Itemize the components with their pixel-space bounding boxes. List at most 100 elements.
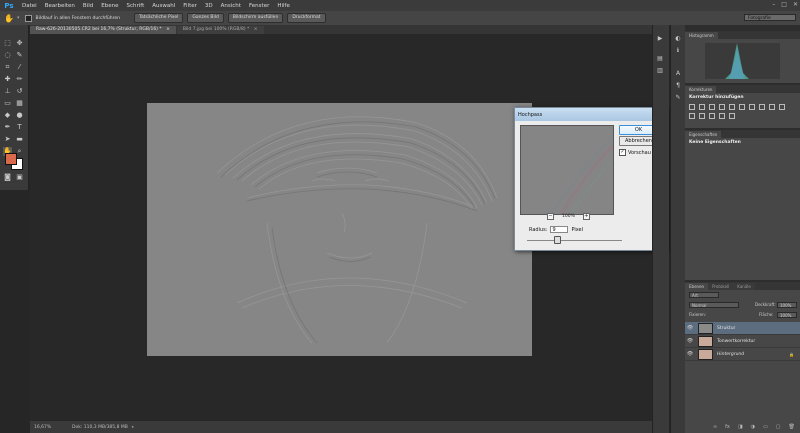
actual-pixels-button[interactable]: Tatsächliche Pixel xyxy=(134,13,184,23)
trash-icon[interactable]: 🗑 xyxy=(788,424,794,430)
history-brush-tool-icon[interactable]: ↺ xyxy=(15,87,24,96)
dodge-tool-icon[interactable]: ● xyxy=(15,111,24,120)
fill-screen-button[interactable]: Bildschirm ausfüllen xyxy=(227,13,284,23)
exposure-icon[interactable] xyxy=(719,104,725,110)
tab-layers[interactable]: Ebenen xyxy=(685,283,709,290)
clone-stamp-tool-icon[interactable]: ⊥ xyxy=(3,87,12,96)
link-icon[interactable]: ∞ xyxy=(713,424,717,430)
print-size-button[interactable]: Druckformat xyxy=(287,13,326,23)
black-white-icon[interactable] xyxy=(759,104,765,110)
fill-field[interactable]: 100% xyxy=(777,312,797,318)
layer-row-struktur[interactable]: 👁 Struktur xyxy=(685,322,800,335)
menu-datei[interactable]: Datei xyxy=(18,3,41,9)
layer-row-tonwert[interactable]: 👁 Tonwertkorrektur xyxy=(685,335,800,348)
curves-icon[interactable] xyxy=(709,104,715,110)
menu-3d[interactable]: 3D xyxy=(201,3,217,9)
menu-fenster[interactable]: Fenster xyxy=(245,3,273,9)
preview-checkbox-row[interactable]: ✓ Vorschau xyxy=(619,149,651,156)
fx-icon[interactable]: fx xyxy=(725,424,730,430)
menu-auswahl[interactable]: Auswahl xyxy=(148,3,179,9)
brightness-icon[interactable] xyxy=(689,104,695,110)
tab-properties[interactable]: Eigenschaften xyxy=(685,131,722,138)
radius-slider-thumb[interactable] xyxy=(554,236,561,244)
selective-color-icon[interactable] xyxy=(719,113,725,119)
tab-channels[interactable]: Kanäle xyxy=(733,283,755,290)
posterize-icon[interactable] xyxy=(699,113,705,119)
play-icon[interactable]: ▶ xyxy=(655,35,665,43)
close-button[interactable]: ✕ xyxy=(793,1,798,8)
zoom-out-button[interactable]: − xyxy=(547,213,554,220)
screen-mode-icon[interactable]: ▣ xyxy=(15,173,24,182)
layer-row-hintergrund[interactable]: 👁 Hintergrund 🔒 xyxy=(685,348,800,361)
gradient-map-icon[interactable] xyxy=(729,113,735,119)
pen-tool-icon[interactable]: ✒ xyxy=(3,123,12,132)
quick-select-tool-icon[interactable]: ✎ xyxy=(15,51,24,60)
menu-filter[interactable]: Filter xyxy=(179,3,201,9)
minimize-button[interactable]: – xyxy=(772,1,775,8)
levels-icon[interactable] xyxy=(699,104,705,110)
opacity-field[interactable]: 100% xyxy=(777,302,797,308)
eraser-tool-icon[interactable]: ▭ xyxy=(3,99,12,108)
menu-bild[interactable]: Bild xyxy=(79,3,97,9)
visibility-eye-icon[interactable]: 👁 xyxy=(685,351,695,357)
tab-adjustments[interactable]: Korrekturen xyxy=(685,86,717,93)
menu-ebene[interactable]: Ebene xyxy=(97,3,122,9)
shape-tool-icon[interactable]: ▬ xyxy=(15,135,24,144)
tab-close-icon[interactable]: × xyxy=(254,27,258,32)
radius-slider-track[interactable] xyxy=(527,240,622,241)
photo-filter-icon[interactable] xyxy=(769,104,775,110)
menu-ansicht[interactable]: Ansicht xyxy=(217,3,245,9)
brush-tool-icon[interactable]: ✏ xyxy=(15,75,24,84)
blur-tool-icon[interactable]: ◆ xyxy=(3,111,12,120)
group-icon[interactable]: ▭ xyxy=(763,424,768,430)
document-image[interactable] xyxy=(147,103,532,356)
hue-saturation-icon[interactable] xyxy=(739,104,745,110)
layer-kind-filter[interactable]: Art xyxy=(689,292,719,298)
zoom-level[interactable]: 16,67% xyxy=(34,425,72,430)
fit-screen-button[interactable]: Ganzes Bild xyxy=(187,13,224,23)
zoom-in-button[interactable]: + xyxy=(582,213,590,220)
crop-tool-icon[interactable]: ⌗ xyxy=(3,63,12,72)
marquee-tool-icon[interactable]: ⬚ xyxy=(3,39,12,48)
tool-preset-chevron-icon[interactable]: ▾ xyxy=(17,15,20,21)
color-balance-icon[interactable] xyxy=(749,104,755,110)
visibility-eye-icon[interactable]: 👁 xyxy=(685,338,695,344)
workspace-select[interactable]: Fotografie xyxy=(744,14,796,21)
visibility-eye-icon[interactable]: 👁 xyxy=(685,325,695,331)
path-select-tool-icon[interactable]: ➤ xyxy=(3,135,12,144)
move-tool-icon[interactable]: ✥ xyxy=(15,39,24,48)
histogram-icon[interactable]: ◐ xyxy=(673,35,683,43)
healing-tool-icon[interactable]: ✚ xyxy=(3,75,12,84)
dialog-preview[interactable] xyxy=(520,125,614,215)
tab-close-icon[interactable]: × xyxy=(166,27,170,32)
preview-checkbox[interactable]: ✓ xyxy=(619,149,626,156)
eyedropper-tool-icon[interactable]: ⁄ xyxy=(15,63,24,72)
vibrance-icon[interactable] xyxy=(729,104,735,110)
status-menu-chevron-icon[interactable]: ▸ xyxy=(132,425,134,430)
character-icon[interactable]: A xyxy=(673,70,683,78)
new-layer-icon[interactable]: ▢ xyxy=(776,424,781,430)
type-tool-icon[interactable]: T xyxy=(15,123,24,132)
info-icon[interactable]: ℹ xyxy=(673,47,683,55)
scroll-all-checkbox[interactable] xyxy=(25,14,33,22)
quick-mask-icon[interactable]: ◙ xyxy=(3,173,12,182)
paragraph-icon[interactable]: ¶ xyxy=(673,82,683,90)
lasso-tool-icon[interactable]: ◌ xyxy=(3,51,12,60)
tab-histogram[interactable]: Histogramm xyxy=(685,32,718,39)
gradient-tool-icon[interactable]: ▦ xyxy=(15,99,24,108)
panel-icon[interactable]: ▥ xyxy=(655,67,665,75)
threshold-icon[interactable] xyxy=(709,113,715,119)
maximize-button[interactable]: □ xyxy=(781,1,787,8)
menu-bearbeiten[interactable]: Bearbeiten xyxy=(41,3,79,9)
tab-bild7[interactable]: Bild 7.jpg bei 100% (RGB/8) * × xyxy=(176,26,264,34)
tab-history[interactable]: Protokoll xyxy=(708,283,734,290)
foreground-color-swatch[interactable] xyxy=(5,153,17,165)
panel-icon[interactable]: ▤ xyxy=(655,55,665,63)
menu-schrift[interactable]: Schrift xyxy=(122,3,148,9)
invert-icon[interactable] xyxy=(689,113,695,119)
menu-hilfe[interactable]: Hilfe xyxy=(273,3,294,9)
radius-input[interactable]: 9 xyxy=(550,226,569,233)
blend-mode-select[interactable]: Normal xyxy=(689,302,739,308)
mask-icon[interactable]: ◨ xyxy=(738,424,743,430)
tab-raw-document[interactable]: Raw-626-20130505.CR2 bei 16,7% (Struktur… xyxy=(30,26,176,34)
